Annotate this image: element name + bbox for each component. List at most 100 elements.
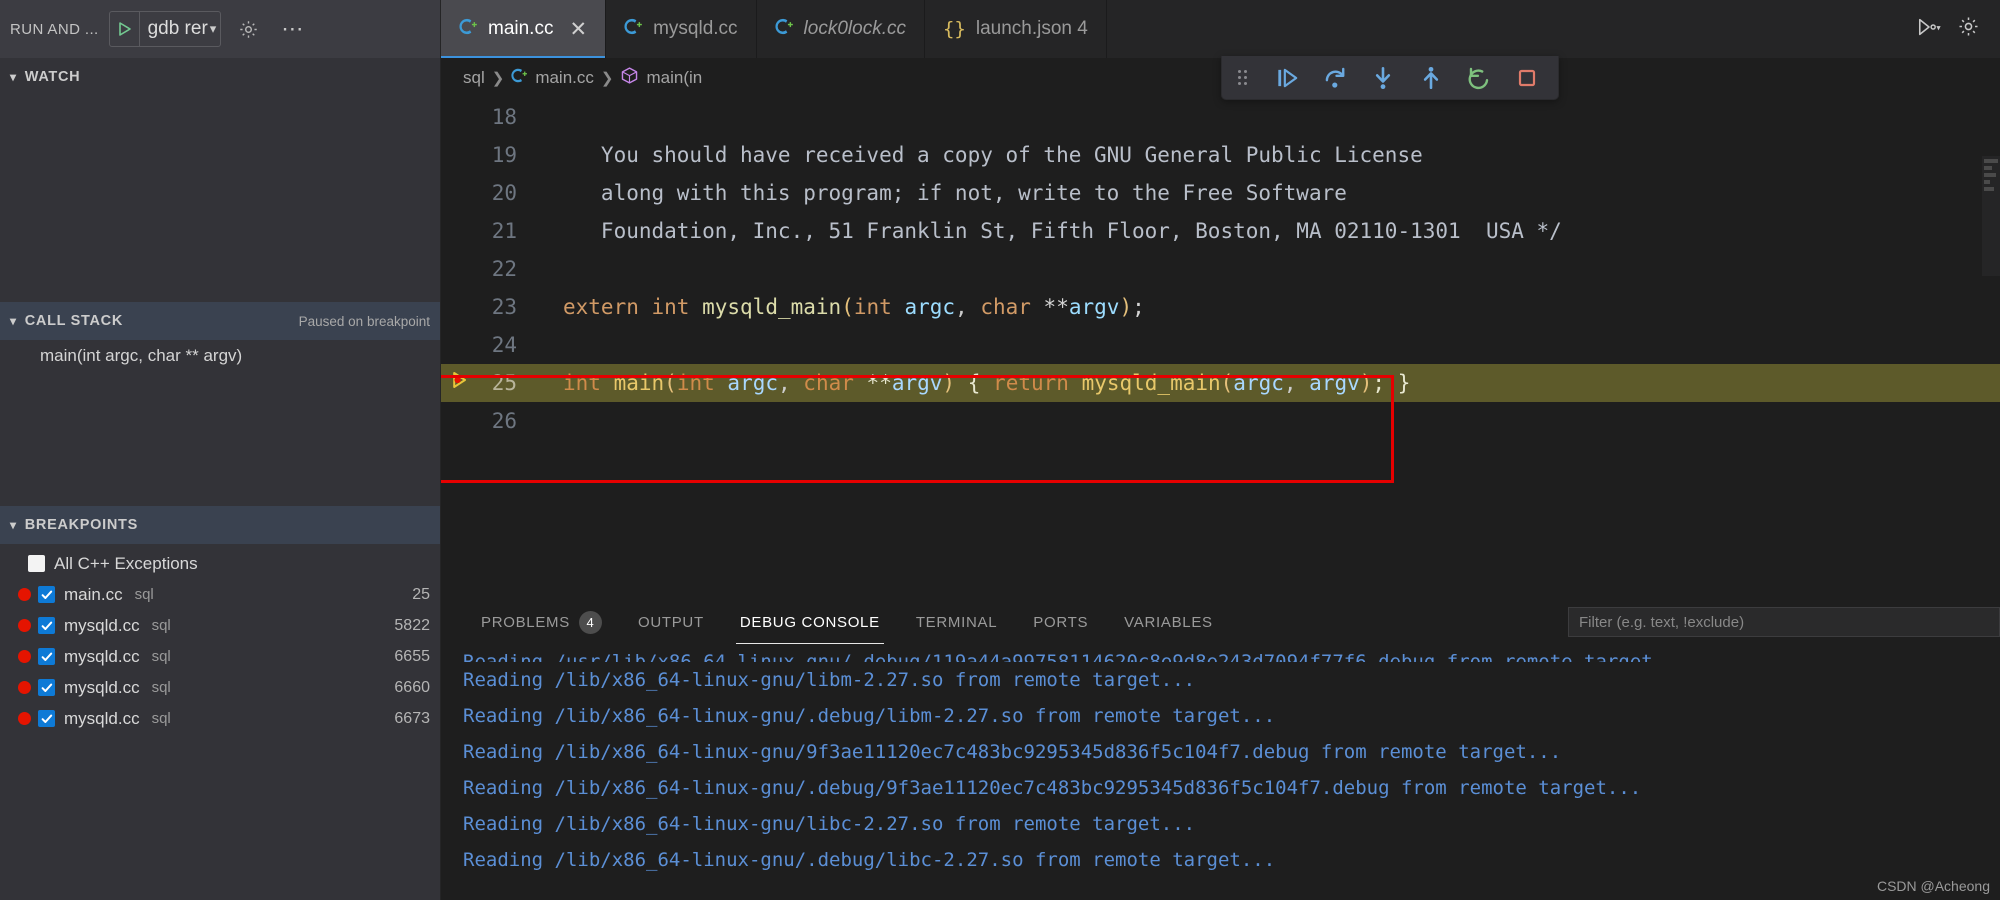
drag-handle-icon[interactable] — [1232, 69, 1254, 86]
launch-config-label: gdb rer — [147, 18, 208, 39]
sidebar-title: RUN AND ... — [10, 20, 99, 38]
breakpoint-project-label: sql — [151, 710, 171, 727]
panel-tab-ports[interactable]: PORTS — [1015, 600, 1106, 644]
console-line: Reading /lib/x86_64-linux-gnu/.debug/9f3… — [463, 777, 1642, 799]
panel-tab-variables[interactable]: VARIABLES — [1106, 600, 1231, 644]
breakpoint-checkbox[interactable] — [38, 710, 55, 727]
panel-tab-label: VARIABLES — [1124, 613, 1213, 631]
breadcrumb-item-folder[interactable]: sql — [463, 68, 485, 88]
step-over-button[interactable] — [1314, 61, 1356, 95]
watch-label: WATCH — [24, 69, 81, 85]
console-spacer — [463, 878, 2000, 900]
restart-button[interactable] — [1458, 61, 1500, 95]
console-line: Reading /lib/x86_64-linux-gnu/.debug/lib… — [463, 705, 1276, 727]
panel-tab-problems[interactable]: PROBLEMS 4 — [463, 600, 620, 644]
code-line[interactable]: 24 — [441, 326, 2000, 364]
chevron-down-icon: ▾ — [209, 21, 217, 36]
breadcrumb-folder-label: sql — [463, 68, 485, 87]
breakpoint-row[interactable]: mysqld.cc sql 6655 — [0, 641, 440, 672]
continue-button[interactable] — [1266, 61, 1308, 95]
call-stack-section-header[interactable]: ▾ CALL STACK Paused on breakpoint — [0, 302, 440, 340]
editor-tab-main-cc[interactable]: main.cc ✕ — [441, 0, 607, 58]
code-text: Foundation, Inc., 51 Franklin St, Fifth … — [563, 219, 1562, 243]
code-line[interactable]: 22 — [441, 250, 2000, 288]
breakpoint-project-label: sql — [151, 679, 171, 696]
panel-tab-bar: PROBLEMS 4 OUTPUT DEBUG CONSOLE TERMINAL PORT… — [441, 600, 2000, 644]
code-line[interactable]: 25 int main(int argc, char **argv) { retu… — [441, 364, 2000, 402]
debug-toolbar[interactable] — [1221, 56, 1559, 100]
code-line[interactable]: 18 — [441, 98, 2000, 136]
gear-icon[interactable] — [231, 11, 265, 47]
editor-tab-label: main.cc — [488, 18, 554, 39]
code-line[interactable]: 19 You should have received a copy of th… — [441, 136, 2000, 174]
breakpoint-line-number: 5822 — [394, 616, 430, 634]
chevron-down-icon: ▾ — [10, 314, 17, 328]
panel-tab-label: DEBUG CONSOLE — [739, 613, 880, 631]
code-line[interactable]: 26 — [441, 402, 2000, 440]
line-number: 21 — [491, 219, 517, 243]
minimap[interactable] — [1982, 156, 2000, 276]
chevron-right-icon: ❯ — [600, 70, 614, 87]
bottom-panel: PROBLEMS 4 OUTPUT DEBUG CONSOLE TERMINAL PORT… — [441, 600, 2000, 900]
breakpoint-checkbox[interactable] — [38, 648, 55, 665]
breakpoint-checkbox[interactable] — [38, 586, 55, 603]
run-and-debug-icon[interactable]: ▾ — [1917, 16, 1941, 43]
breakpoint-row[interactable]: mysqld.cc sql 5822 — [0, 610, 440, 641]
watch-panel-body — [0, 96, 440, 302]
step-into-button[interactable] — [1362, 61, 1404, 95]
paused-status: Paused on breakpoint — [298, 313, 430, 329]
breadcrumb-item-file[interactable]: main.cc — [511, 67, 594, 89]
svg-text:▾: ▾ — [1936, 22, 1940, 32]
stop-button[interactable] — [1506, 61, 1548, 95]
breakpoint-dot-icon[interactable] — [10, 650, 38, 663]
editor-gutter[interactable] — [441, 364, 479, 402]
symbol-method-icon — [620, 66, 639, 90]
code-editor[interactable]: 18 19 You should have received a copy of … — [441, 98, 2000, 600]
editor-tab-mysqld-cc[interactable]: mysqld.cc — [606, 0, 757, 58]
line-number: 23 — [491, 295, 517, 319]
breakpoint-row[interactable]: mysqld.cc sql 6660 — [0, 672, 440, 703]
breakpoint-dot-icon[interactable] — [10, 619, 38, 632]
cpp-file-icon — [511, 67, 528, 89]
breakpoint-checkbox[interactable] — [38, 617, 55, 634]
debug-stackframe-icon — [450, 364, 470, 402]
filter-input[interactable]: Filter (e.g. text, !exclude) — [1568, 607, 2000, 637]
panel-tab-output[interactable]: OUTPUT — [620, 600, 722, 644]
code-line[interactable]: 21 Foundation, Inc., 51 Franklin St, Fif… — [441, 212, 2000, 250]
gear-icon[interactable] — [1957, 15, 1980, 43]
breakpoint-file-label: mysqld.cc — [64, 615, 140, 635]
breadcrumb-item-symbol[interactable]: main(in — [620, 66, 702, 90]
breakpoint-dot-icon[interactable] — [10, 712, 38, 725]
breakpoint-project-label: sql — [151, 648, 171, 665]
call-stack-frame[interactable]: main(int argc, char ** argv) — [0, 340, 440, 366]
breakpoint-row[interactable]: mysqld.cc sql 6673 — [0, 703, 440, 734]
code-line[interactable]: 23 extern int mysqld_main(int argc, char … — [441, 288, 2000, 326]
breakpoint-checkbox[interactable] — [38, 679, 55, 696]
breakpoint-row[interactable]: All C++ Exceptions — [0, 548, 440, 579]
code-lines: 18 19 You should have received a copy of … — [441, 98, 2000, 440]
breakpoints-section-header[interactable]: ▾ BREAKPOINTS — [0, 506, 440, 544]
launch-config-name[interactable]: gdb rer ▾ — [140, 18, 221, 40]
breakpoint-file-label: mysqld.cc — [64, 677, 140, 697]
run-and-debug-sidebar: RUN AND ... gdb rer ▾ ⋯ ▾ WATCH ▾ CALL S… — [0, 0, 441, 900]
panel-tab-debug-console[interactable]: DEBUG CONSOLE — [722, 600, 898, 644]
editor-tab-launch-json-4[interactable]: {} launch.json 4 — [925, 0, 1107, 58]
breakpoint-checkbox[interactable] — [28, 555, 45, 572]
panel-tab-terminal[interactable]: TERMINAL — [898, 600, 1015, 644]
breakpoint-dot-icon[interactable] — [10, 588, 38, 601]
breakpoint-line-number: 6673 — [394, 709, 430, 727]
panel-tab-label: OUTPUT — [637, 613, 704, 631]
breakpoint-dot-icon[interactable] — [10, 681, 38, 694]
ellipsis-icon[interactable]: ⋯ — [275, 11, 309, 47]
play-icon[interactable] — [110, 12, 140, 46]
editor-tab-lock0lock-cc[interactable]: lock0lock.cc — [757, 0, 925, 58]
watch-section-header[interactable]: ▾ WATCH — [0, 58, 440, 96]
close-icon[interactable]: ✕ — [569, 19, 587, 40]
breakpoint-row[interactable]: main.cc sql 25 — [0, 579, 440, 610]
step-out-button[interactable] — [1410, 61, 1452, 95]
code-line[interactable]: 20 along with this program; if not, writ… — [441, 174, 2000, 212]
debug-console-output[interactable]: Reading /usr/lib/x86_64-linux-gnu/.debug… — [441, 644, 2000, 900]
cpp-file-icon — [775, 17, 794, 42]
cpp-file-icon — [459, 17, 478, 42]
launch-config-selector[interactable]: gdb rer ▾ — [108, 11, 222, 47]
